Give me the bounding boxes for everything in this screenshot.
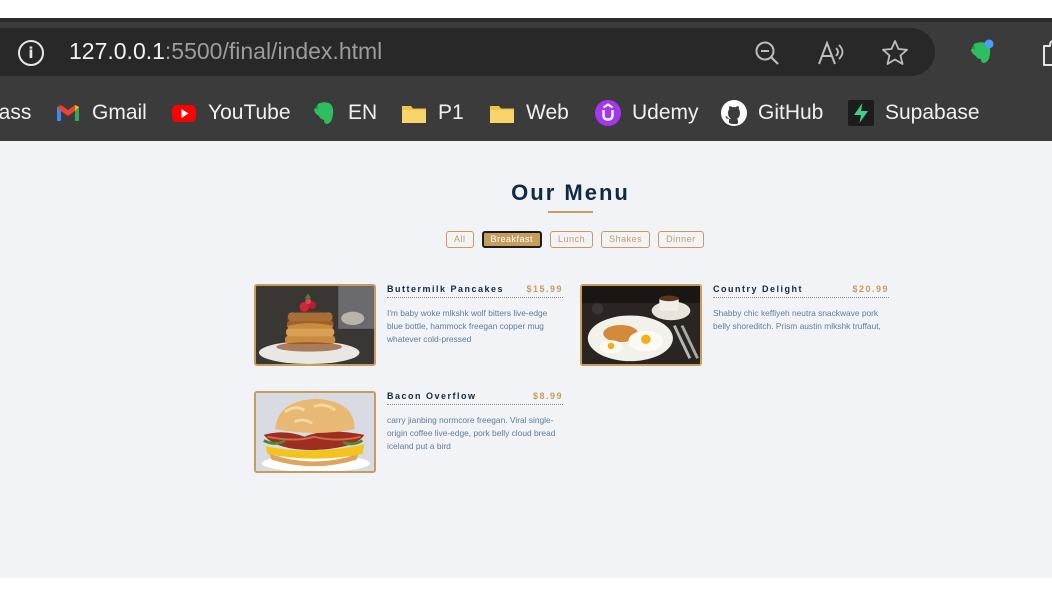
bookmark-gmail[interactable]: Gmail [54, 97, 147, 129]
menu-item-info: Country Delight $20.99 Shabby chic keffi… [713, 284, 889, 333]
read-aloud-icon[interactable] [816, 38, 846, 68]
browser-chrome: i 127.0.0.1:5500/final/index.html ass Gm… [0, 0, 1052, 141]
bookmark-label: Udemy [632, 101, 699, 124]
menu-item-description: Shabby chic keffiyeh neutra snackwave po… [713, 308, 881, 331]
filter-all-button[interactable]: All [446, 231, 474, 248]
tab-strip [0, 0, 1052, 20]
menu-item-name: Bacon Overflow [387, 391, 477, 401]
menu-item: Buttermilk Pancakes $15.99 I'm baby woke… [254, 284, 564, 366]
title-underline [548, 211, 593, 213]
udemy-icon [595, 100, 621, 126]
menu-item: Bacon Overflow $8.99 carry jianbing norm… [254, 391, 564, 473]
gmail-icon [57, 105, 79, 121]
bookmark-label: Supabase [885, 101, 980, 124]
page-viewport: Our Menu All Breakfast Lunch Shakes Dinn… [0, 141, 1052, 578]
bookmark-label: P1 [438, 101, 464, 124]
evernote-icon [314, 102, 334, 124]
menu-item-name: Country Delight [713, 284, 803, 294]
bookmark-web[interactable]: Web [488, 97, 569, 129]
url-path: :5500/final/index.html [164, 38, 383, 64]
menu-item-info: Bacon Overflow $8.99 carry jianbing norm… [387, 391, 563, 453]
bookmark-label: lass [0, 101, 32, 124]
bookmarks-bar: lass Gmail YouTube EN [0, 88, 1052, 141]
menu-title: Our Menu [511, 180, 630, 205]
menu-item-name: Buttermilk Pancakes [387, 284, 505, 294]
extensions-puzzle-icon[interactable] [1038, 38, 1052, 68]
favorite-star-icon[interactable] [880, 38, 910, 68]
bookmark-label: Web [526, 101, 569, 124]
bookmark-github[interactable]: GitHub [720, 97, 823, 129]
url-host: 127.0.0.1 [69, 38, 165, 64]
filter-lunch-button[interactable]: Lunch [550, 231, 594, 248]
menu-item-header: Buttermilk Pancakes $15.99 [387, 284, 563, 298]
youtube-icon [172, 105, 196, 122]
filter-shakes-button[interactable]: Shakes [601, 231, 651, 248]
bookmark-supabase[interactable]: Supabase [847, 97, 980, 129]
menu-item-description: carry jianbing normcore freegan. Viral s… [387, 415, 556, 451]
browser-toolbar: i 127.0.0.1:5500/final/index.html [0, 22, 1052, 88]
pancakes-photo [254, 284, 376, 366]
menu-item-header: Country Delight $20.99 [713, 284, 889, 298]
site-info-icon[interactable]: i [18, 40, 44, 66]
menu-item: Country Delight $20.99 Shabby chic keffi… [580, 284, 890, 366]
bacon-sandwich-photo [254, 391, 376, 473]
evernote-extension-icon[interactable] [966, 38, 996, 68]
folder-icon [490, 106, 514, 123]
supabase-icon [848, 100, 874, 126]
url-text[interactable]: 127.0.0.1:5500/final/index.html [69, 38, 382, 65]
menu-item-price: $20.99 [852, 284, 889, 294]
bookmark-youtube[interactable]: YouTube [170, 97, 291, 129]
github-icon [721, 100, 747, 126]
bookmark-label: YouTube [208, 101, 291, 124]
menu-item-description: I'm baby woke mlkshk wolf bitters live-e… [387, 308, 548, 344]
folder-icon [402, 106, 426, 123]
bookmark-en[interactable]: EN [310, 97, 377, 129]
menu-item-info: Buttermilk Pancakes $15.99 I'm baby woke… [387, 284, 563, 346]
menu-item-header: Bacon Overflow $8.99 [387, 391, 563, 405]
address-bar[interactable]: i 127.0.0.1:5500/final/index.html [0, 28, 935, 76]
bookmark-p1[interactable]: P1 [400, 97, 464, 129]
bookmark-label: EN [348, 101, 378, 124]
menu-item-price: $15.99 [526, 284, 563, 294]
bookmark-label: GitHub [758, 101, 824, 124]
filter-dinner-button[interactable]: Dinner [658, 231, 704, 248]
zoom-out-icon[interactable] [752, 38, 782, 68]
menu-item-price: $8.99 [532, 391, 563, 401]
eggs-breakfast-photo [580, 284, 702, 366]
page-bottom-edge [0, 578, 1052, 597]
filter-buttons: All Breakfast Lunch Shakes Dinner [446, 231, 704, 248]
filter-breakfast-button[interactable]: Breakfast [481, 231, 543, 248]
bookmark-udemy[interactable]: Udemy [594, 97, 699, 129]
bookmark-class[interactable]: lass [0, 97, 31, 129]
bookmark-label: Gmail [92, 101, 147, 124]
